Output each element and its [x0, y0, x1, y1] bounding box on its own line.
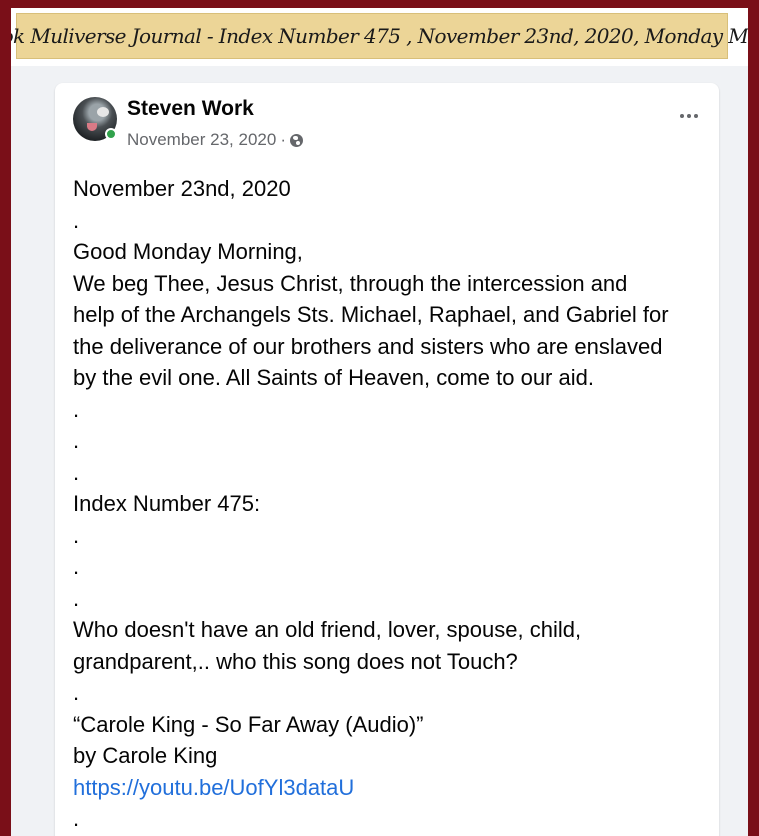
post-line: . [73, 522, 80, 548]
post-line: . [73, 396, 80, 422]
post-line: Index Number 475: [73, 491, 261, 516]
post-date[interactable]: November 23, 2020 [127, 130, 276, 150]
globe-icon[interactable] [290, 133, 303, 147]
post-line: . [73, 459, 80, 485]
online-status-icon [105, 128, 117, 140]
avatar-detail [97, 107, 109, 117]
more-options-button[interactable] [675, 109, 703, 123]
avatar-detail [87, 123, 97, 131]
page-frame: Facebook Muliverse Journal - Index Numbe… [11, 8, 748, 836]
more-options-icon [680, 114, 684, 118]
post-line: We beg Thee, Jesus Christ, through the i… [73, 270, 628, 296]
post-line: by the evil one. All Saints of Heaven, c… [73, 365, 594, 390]
post-line: help of the Archangels Sts. Michael, Rap… [73, 302, 669, 327]
journal-banner: Facebook Muliverse Journal - Index Numbe… [11, 8, 748, 66]
youtube-link[interactable]: https://youtu.be/UofYl3dataU [73, 775, 354, 800]
post-body: November 23nd, 2020 . Good Monday Mornin… [73, 173, 713, 835]
post-line: November 23nd, 2020 [73, 176, 291, 201]
post-line: Who doesn't have an old friend, lover, s… [73, 617, 582, 642]
post-line: by Carole King [73, 743, 218, 768]
post-meta: November 23, 2020 · [127, 130, 303, 150]
post-line: . [73, 207, 80, 233]
post-line: . [73, 554, 80, 579]
author-name[interactable]: Steven Work [127, 97, 254, 121]
post-line: . [73, 428, 80, 453]
post-line: . [73, 680, 80, 705]
post-line: “Carole King - So Far Away (Audio)” [73, 711, 424, 737]
post-line: grandparent,.. who this song does not To… [73, 648, 518, 674]
post-line: . [73, 585, 80, 611]
post-line: Good Monday Morning, [73, 239, 303, 264]
meta-separator: · [280, 130, 286, 149]
post-line: the deliverance of our brothers and sist… [73, 333, 663, 359]
journal-title: Facebook Muliverse Journal - Index Numbe… [11, 13, 748, 59]
more-options-icon [694, 114, 698, 118]
more-options-icon [687, 114, 691, 118]
post-line: . [73, 806, 80, 831]
post-card: Steven Work November 23, 2020 · November… [55, 83, 719, 836]
